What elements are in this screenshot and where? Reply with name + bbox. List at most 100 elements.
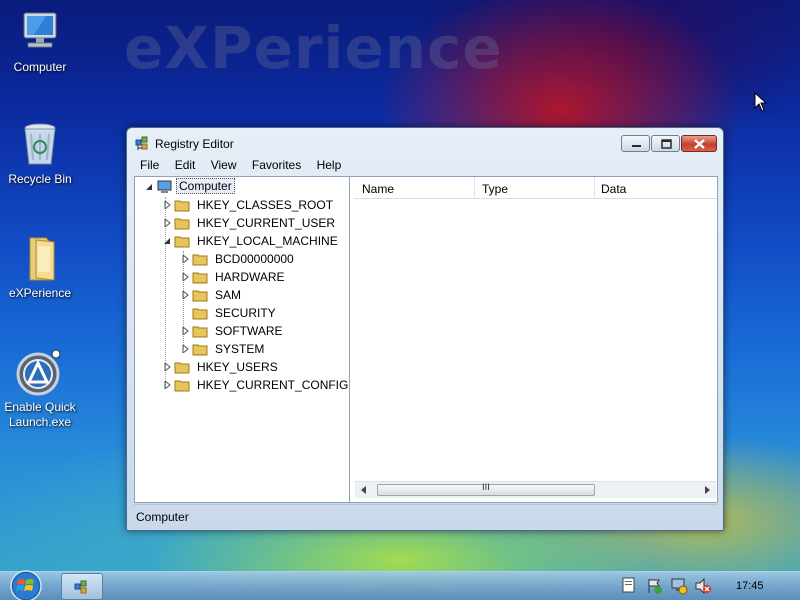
tree-node-key[interactable]: SECURITY <box>179 304 344 322</box>
folder-icon <box>174 362 190 374</box>
computer-icon <box>157 180 172 193</box>
scrollbar-thumb[interactable]: III <box>377 483 595 496</box>
scroll-right-icon <box>705 486 710 494</box>
column-data[interactable]: Data <box>601 182 626 196</box>
menu-help[interactable]: Help <box>310 157 347 172</box>
document-icon[interactable] <box>622 577 636 593</box>
folder-icon <box>192 290 208 302</box>
tree-node-key[interactable]: SYSTEM <box>179 340 344 358</box>
expand-arrow-icon <box>164 381 171 389</box>
folder-open-icon <box>174 236 190 248</box>
tree-node-key[interactable]: SOFTWARE <box>179 322 344 340</box>
mouse-pointer-icon <box>754 91 768 115</box>
horizontal-scrollbar[interactable]: III <box>355 481 716 498</box>
tree-node-computer[interactable]: Computer <box>143 178 343 196</box>
expand-arrow-icon <box>182 291 189 299</box>
system-tray <box>600 572 800 600</box>
desktop-icon-label: Recycle Bin <box>8 172 72 186</box>
folder-icon <box>174 218 190 230</box>
menu-edit[interactable]: Edit <box>168 157 201 172</box>
tree-node-hive[interactable]: HKEY_USERS <box>161 358 346 376</box>
column-header: Name Type Data <box>354 177 717 199</box>
menu-bar: File Edit View Favorites Help <box>133 157 346 175</box>
taskbar: 17:45 <box>0 568 800 600</box>
tree-node-label: BCD00000000 <box>215 252 294 266</box>
folder-icon <box>192 308 208 320</box>
menu-view[interactable]: View <box>204 157 242 172</box>
tree-node-hive[interactable]: HKEY_LOCAL_MACHINE <box>161 232 346 250</box>
expand-arrow-icon <box>164 219 171 227</box>
expand-arrow-icon <box>182 327 189 335</box>
tree-node-hive[interactable]: HKEY_CURRENT_USER <box>161 214 346 232</box>
action-center-flag-icon[interactable] <box>646 577 664 595</box>
folder-icon <box>192 326 208 338</box>
registry-editor-window[interactable]: Registry Editor File Edit View Favorites… <box>126 127 724 531</box>
folder-icon <box>174 380 190 392</box>
tree-node-label: HKEY_LOCAL_MACHINE <box>197 234 338 248</box>
tree-node-label: SOFTWARE <box>215 324 283 338</box>
registry-tree[interactable]: Computer HKEY_CLASSES_ROOT HKEY_CURRENT_… <box>135 177 350 502</box>
computer-icon <box>16 8 64 56</box>
tree-node-label: SECURITY <box>215 306 276 320</box>
tree-node-label: HKEY_CLASSES_ROOT <box>197 198 334 212</box>
registry-editor-icon <box>74 580 87 594</box>
title-bar[interactable]: Registry Editor <box>127 128 723 158</box>
start-button[interactable] <box>6 568 46 600</box>
folder-icon <box>174 200 190 212</box>
minimize-button[interactable] <box>621 135 650 152</box>
tree-node-label: HKEY_CURRENT_CONFIG <box>197 378 349 392</box>
taskbar-registry-editor-button[interactable] <box>61 573 103 600</box>
desktop-icon-label: Computer <box>13 60 67 74</box>
menu-file[interactable]: File <box>133 157 164 172</box>
collapse-arrow-icon <box>146 184 152 190</box>
tree-node-key[interactable]: HARDWARE <box>179 268 344 286</box>
autoit-icon <box>16 348 64 396</box>
expand-arrow-icon <box>182 255 189 263</box>
close-button[interactable] <box>681 135 717 152</box>
tree-node-key[interactable]: SAM <box>179 286 344 304</box>
folder-icon <box>16 234 64 282</box>
tree-node-label: HARDWARE <box>215 270 285 284</box>
taskbar-clock[interactable]: 17:45 <box>736 580 764 592</box>
recycle-bin-icon <box>16 120 64 168</box>
folder-icon <box>192 344 208 356</box>
menu-favorites[interactable]: Favorites <box>245 157 306 172</box>
desktop-icon-recycle-bin[interactable]: Recycle Bin <box>0 120 80 187</box>
tree-node-key[interactable]: BCD00000000 <box>179 250 344 268</box>
windows-logo-icon <box>10 570 42 600</box>
tree-node-label: SAM <box>215 288 242 302</box>
expand-arrow-icon <box>182 345 189 353</box>
expand-arrow-icon <box>182 273 189 281</box>
values-list[interactable]: Name Type Data III <box>354 177 717 502</box>
tree-node-hive[interactable]: HKEY_CLASSES_ROOT <box>161 196 346 214</box>
folder-icon <box>192 254 208 266</box>
desktop-icon-label: eXPerience <box>8 286 72 300</box>
desktop-icon-experience[interactable]: eXPerience <box>0 234 80 301</box>
registry-editor-icon <box>135 135 151 154</box>
scroll-left-icon <box>361 486 366 494</box>
desktop-watermark: eXPerience <box>124 14 503 82</box>
folder-icon <box>192 272 208 284</box>
desktop-icon-enable-quick-launch[interactable]: Enable Quick Launch.exe <box>0 348 80 430</box>
desktop-icon-computer[interactable]: Computer <box>0 8 80 75</box>
editor-content: Computer HKEY_CLASSES_ROOT HKEY_CURRENT_… <box>134 176 718 503</box>
tree-node-label: HKEY_CURRENT_USER <box>197 216 336 230</box>
expand-arrow-icon <box>164 363 171 371</box>
network-icon[interactable] <box>670 577 688 595</box>
collapse-arrow-icon <box>164 238 170 244</box>
column-type[interactable]: Type <box>482 182 508 196</box>
tree-node-label: SYSTEM <box>215 342 265 356</box>
tree-node-label: HKEY_USERS <box>197 360 278 374</box>
maximize-button[interactable] <box>651 135 680 152</box>
window-title: Registry Editor <box>155 137 234 151</box>
status-text: Computer <box>136 510 189 524</box>
column-name[interactable]: Name <box>362 182 394 196</box>
desktop-icon-label: Launch.exe <box>8 415 72 429</box>
scroll-grip: III <box>482 483 490 493</box>
tree-node-hive[interactable]: HKEY_CURRENT_CONFIG <box>161 376 349 394</box>
expand-arrow-icon <box>164 201 171 209</box>
desktop-icon-label: Enable Quick <box>4 400 76 414</box>
status-bar: Computer <box>134 504 718 528</box>
tree-node-label: Computer <box>176 178 235 194</box>
volume-muted-icon[interactable] <box>694 577 712 595</box>
